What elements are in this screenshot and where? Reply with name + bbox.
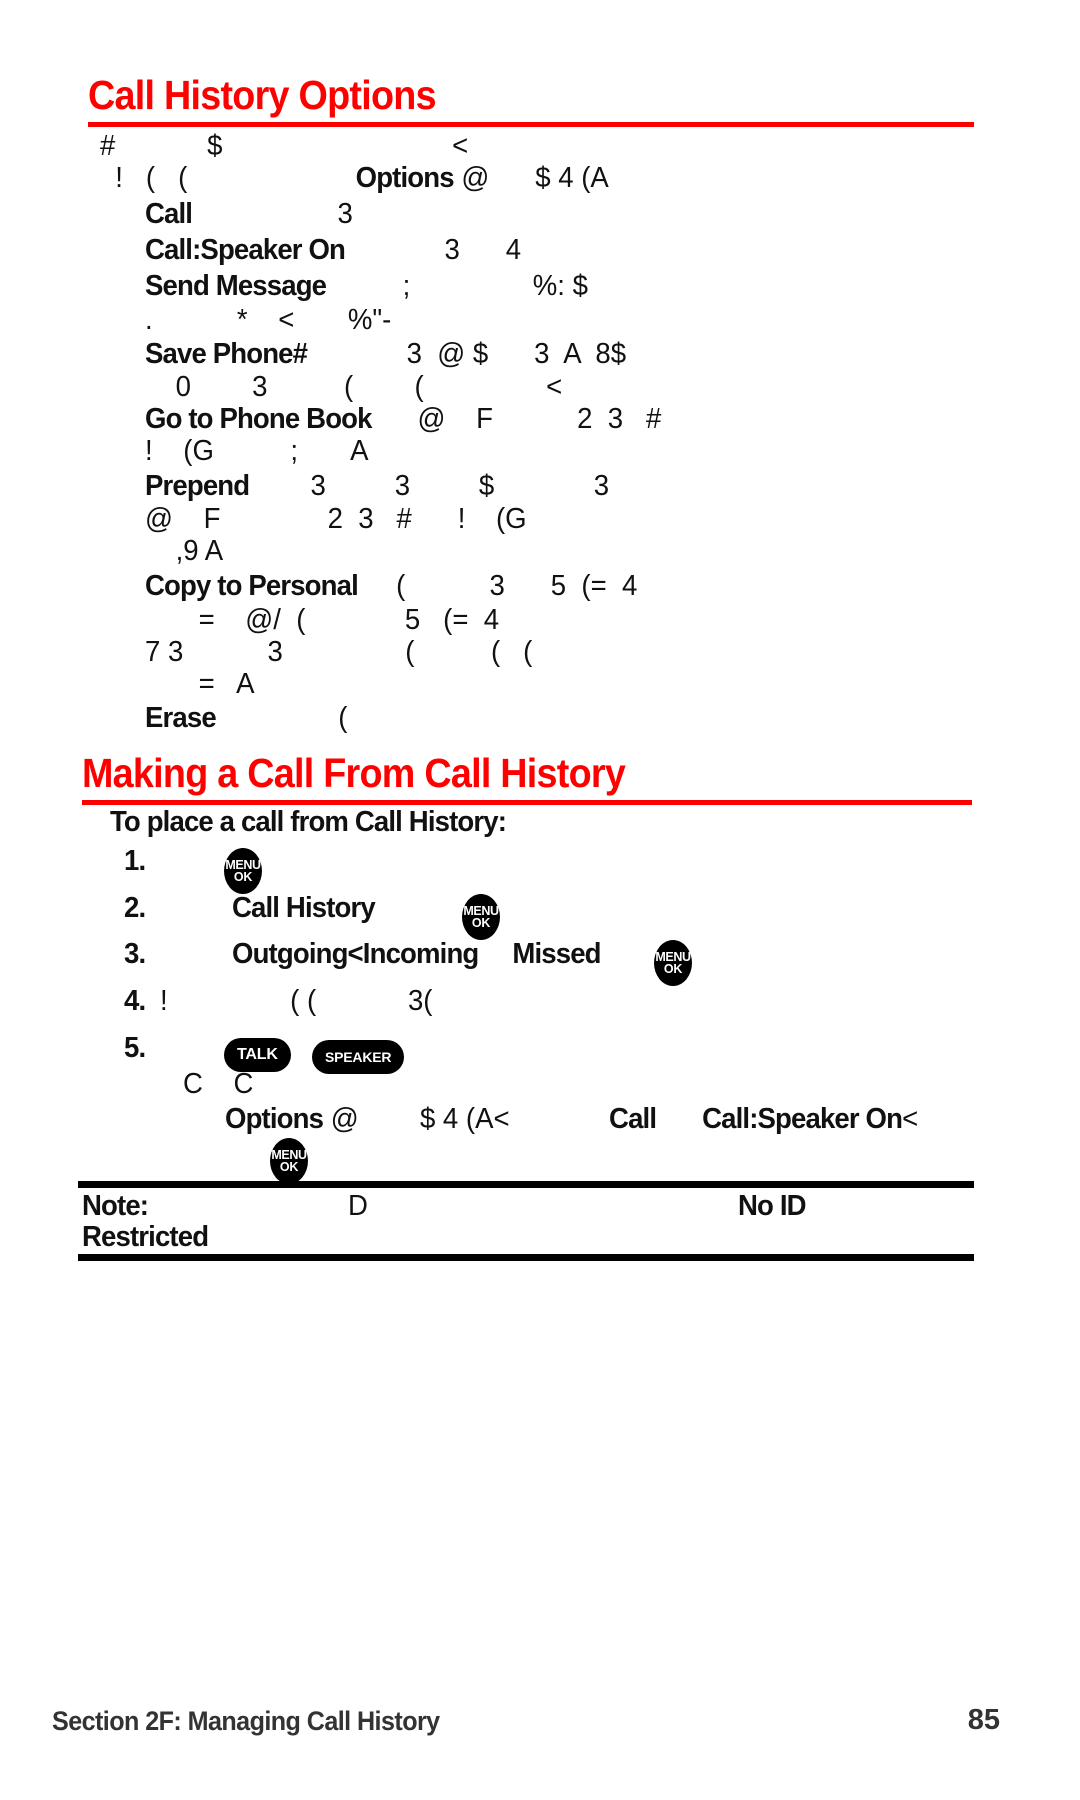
body-line-16: 7 3 3 ( ( ( — [145, 636, 533, 668]
menu-ok-key-icon-4[interactable]: MENU OK — [270, 1138, 308, 1184]
manual-page: Call History Options # $ < ! ( ( Options… — [0, 0, 1080, 1800]
talk-key-icon[interactable]: TALK — [224, 1038, 291, 1072]
note-glyph-mid: D — [348, 1190, 368, 1222]
heading-rule-2 — [82, 800, 972, 805]
option-desc-erase: ( — [215, 702, 348, 734]
footer-section-label: Section 2F: Managing Call History — [52, 1706, 440, 1736]
step-4-text: ! ( ( 3( — [160, 985, 433, 1017]
trailing-mid-1: @ $ 4 (A< — [323, 1103, 610, 1135]
body-line-15: = @/ ( 5 (= 4 — [145, 604, 500, 636]
option-row-call: Call 3 — [145, 198, 353, 231]
speaker-key-icon[interactable]: SPEAKER — [312, 1040, 405, 1074]
option-desc-call: 3 — [192, 198, 353, 230]
trailing-tail: < — [902, 1103, 919, 1135]
trailing-label-call: Call — [609, 1103, 657, 1135]
menu-ok-key-icon-3-line2: OK — [663, 962, 683, 976]
option-desc-copy-to-personal: ( 3 5 (= 4 — [357, 570, 638, 602]
page-title-making-a-call: Making a Call From Call History — [82, 750, 626, 796]
steps-intro: To place a call from Call History: — [110, 806, 507, 838]
menu-ok-key-icon-2[interactable]: MENU OK — [462, 894, 500, 940]
option-desc-call-speaker-on: 3 4 — [345, 234, 522, 266]
option-label-call: Call — [145, 198, 193, 230]
note-label: Note: — [82, 1190, 149, 1222]
body-line-2-pre: ! ( ( — [100, 162, 356, 194]
page-title-call-history-options: Call History Options — [88, 72, 437, 118]
body-line-10: ! (G ; A — [145, 435, 369, 467]
step-2-number: 2. — [124, 892, 146, 924]
option-desc-prepend: 3 3 $ 3 — [249, 470, 610, 502]
option-desc-send-message: ; %: $ — [326, 270, 588, 302]
footer-page-number: 85 — [967, 1704, 1000, 1736]
step-2-menu-item-call-history: Call History — [232, 892, 376, 924]
option-row-call-speaker-on: Call:Speaker On 3 4 — [145, 234, 521, 267]
heading-rule-1 — [88, 122, 974, 127]
option-label-prepend: Prepend — [145, 470, 250, 502]
option-row-save-phone: Save Phone# 3 @ $ 3 A 8$ — [145, 338, 626, 371]
menu-ok-key-icon-1[interactable]: MENU OK — [224, 848, 262, 894]
step-5-number: 5. — [124, 1032, 146, 1064]
menu-ok-key-icon-4-line2: OK — [279, 1160, 299, 1174]
option-row-copy-to-personal: Copy to Personal ( 3 5 (= 4 — [145, 570, 637, 603]
option-label-options: Options — [355, 162, 455, 194]
note-rule-top — [78, 1181, 974, 1188]
menu-ok-key-icon-2-line2: OK — [471, 916, 491, 930]
note-term-restricted: Restricted — [82, 1221, 209, 1253]
option-label-go-to-phone-book: Go to Phone Book — [145, 403, 372, 435]
note-term-no-id: No ID — [738, 1190, 807, 1222]
step-1-number: 1. — [124, 845, 146, 877]
option-label-send-message: Send Message — [145, 270, 327, 302]
step-3-menu-items: Outgoing<Incoming Missed — [232, 938, 602, 970]
trailing-label-options: Options — [225, 1103, 324, 1135]
body-line-8: 0 3 ( ( < — [145, 371, 563, 403]
option-row-prepend: Prepend 3 3 $ 3 — [145, 470, 609, 503]
option-row-go-to-phone-book: Go to Phone Book @ F 2 3 # — [145, 403, 661, 436]
body-line-13: ,9 A — [145, 535, 224, 567]
body-line-6: . * < %"- — [145, 304, 392, 336]
menu-ok-key-icon-3[interactable]: MENU OK — [654, 940, 692, 986]
step-4-number: 4. — [124, 985, 146, 1017]
option-desc-go-to-phone-book: @ F 2 3 # — [371, 403, 662, 435]
step-3-number: 3. — [124, 938, 146, 970]
body-line-2: ! ( ( Options @ $ 4 (A — [100, 162, 609, 195]
option-label-erase: Erase — [145, 702, 217, 734]
body-line-2-post: @ $ 4 (A — [453, 162, 609, 194]
body-line-1: # $ < — [100, 130, 469, 162]
step-5-trailing-line-1: C C — [160, 1068, 254, 1100]
note-rule-bottom — [78, 1254, 974, 1261]
body-line-12: @ F 2 3 # ! (G — [145, 503, 527, 535]
step-5-trailing-line-2: Options @ $ 4 (A< Call Call:Speaker On< — [225, 1103, 918, 1136]
trailing-mid-2 — [656, 1103, 702, 1135]
option-row-send-message: Send Message ; %: $ — [145, 270, 588, 303]
body-line-17: = A — [145, 668, 255, 700]
option-desc-save-phone: 3 @ $ 3 A 8$ — [307, 338, 627, 370]
option-row-erase: Erase ( — [145, 702, 347, 735]
option-label-save-phone: Save Phone# — [145, 338, 308, 370]
trailing-label-call-speaker-on: Call:Speaker On — [702, 1103, 903, 1135]
option-label-call-speaker-on: Call:Speaker On — [145, 234, 346, 266]
menu-ok-key-icon-1-line2: OK — [233, 870, 253, 884]
option-label-copy-to-personal: Copy to Personal — [145, 570, 359, 602]
